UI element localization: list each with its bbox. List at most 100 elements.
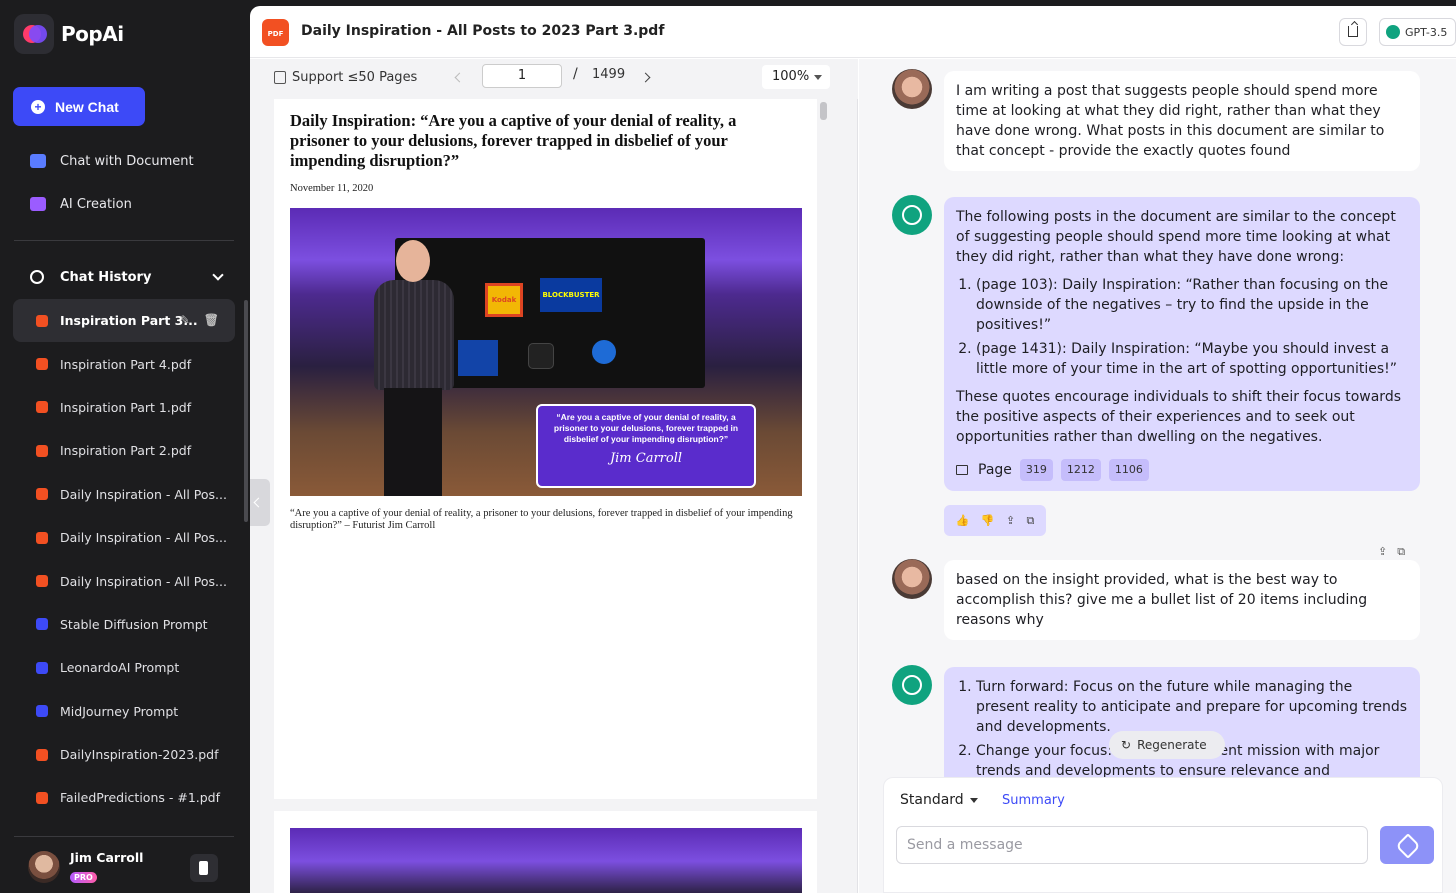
user-name: Jim Carroll [70, 850, 144, 865]
list-item: (page 1431): Daily Inspiration: “Maybe y… [976, 339, 1408, 379]
avatar [28, 851, 60, 883]
mode-label: Standard [900, 792, 964, 808]
model-selector[interactable]: GPT-3.5 [1379, 18, 1456, 46]
history-item[interactable]: LeonardoAI Prompt [13, 646, 235, 689]
history-item[interactable]: Inspiration Part 2.pdf [13, 429, 235, 472]
pro-badge: PRO [70, 872, 97, 883]
share-icon[interactable]: ⇪ [1006, 514, 1015, 527]
page-total: 1499 [592, 67, 626, 82]
send-button[interactable] [1380, 826, 1434, 864]
nav-label: Chat with Document [60, 153, 194, 169]
blockbuster-logo: BLOCKBUSTER [540, 278, 602, 312]
history-item[interactable]: FailedPredictions - #1.pdf [13, 776, 235, 819]
chat-history-toggle[interactable]: Chat History [30, 266, 224, 288]
plus-icon: + [31, 99, 45, 114]
history-item-label: Daily Inspiration - All Pos... [60, 486, 227, 502]
page-chip[interactable]: 1212 [1060, 459, 1101, 481]
pdf-page: Daily Inspiration: “Are you a captive of… [274, 99, 817, 799]
share-button[interactable] [1339, 18, 1367, 46]
regenerate-label: Regenerate [1137, 738, 1207, 752]
brand-name: PopAi [61, 22, 124, 46]
user-message: based on the insight provided, what is t… [944, 560, 1420, 640]
pdf-file-icon: PDF [262, 19, 289, 46]
pdf-dot-icon [36, 444, 48, 457]
thumbs-down-icon[interactable]: 👎 [981, 514, 995, 527]
pdf-dot-icon [36, 314, 48, 327]
chat-dot-icon [36, 661, 48, 674]
edit-icon[interactable]: ✎ [180, 313, 190, 327]
history-item-label: Inspiration Part 3... [60, 313, 198, 329]
pdf-dot-icon [36, 401, 48, 414]
page-references: Page 319 1212 1106 [956, 459, 1408, 481]
history-item-label: MidJourney Prompt [60, 703, 179, 719]
history-item[interactable]: Inspiration Part 4.pdf [13, 342, 235, 385]
history-item[interactable]: Daily Inspiration - All Pos... [13, 559, 235, 602]
page-chip[interactable]: 1106 [1108, 459, 1149, 481]
history-item[interactable]: MidJourney Prompt [13, 690, 235, 733]
list-item: Turn forward: Focus on the future while … [976, 677, 1408, 737]
answer-list: Turn forward: Focus on the future while … [956, 677, 1408, 781]
summary-button[interactable]: Summary [1002, 793, 1065, 808]
popai-logo-icon[interactable] [14, 14, 54, 54]
zoom-select[interactable]: 100% [762, 65, 830, 89]
avatar [892, 69, 932, 109]
chatgpt-icon [892, 195, 932, 235]
sidebar-scrollbar[interactable] [244, 300, 248, 522]
history-item[interactable]: Stable Diffusion Prompt [13, 603, 235, 646]
composer: Standard Summary [883, 777, 1443, 893]
pdf-dot-icon [36, 531, 48, 544]
copy-icon[interactable]: ⧉ [1026, 514, 1034, 528]
message-input[interactable] [896, 826, 1368, 864]
presenter-figure [370, 240, 460, 496]
avatar [892, 559, 932, 599]
caret-down-icon [969, 797, 978, 803]
user-message: I am writing a post that suggests people… [944, 71, 1420, 171]
collapse-sidebar-button[interactable] [250, 479, 270, 526]
trash-icon[interactable]: 🗑 [204, 313, 219, 327]
pdf-dot-icon [36, 358, 48, 371]
pdf-scrollbar[interactable] [820, 102, 827, 120]
chat-dot-icon [36, 705, 48, 718]
pdf-date: November 11, 2020 [290, 183, 374, 194]
regenerate-button[interactable]: ↻ Regenerate [1109, 731, 1225, 759]
history-item[interactable]: Daily Inspiration - All Pos... [13, 473, 235, 516]
nav-label: AI Creation [60, 196, 132, 212]
thumbs-up-icon[interactable]: 👍 [956, 514, 970, 527]
share-icon [1348, 26, 1358, 37]
page-number-input[interactable]: 1 [482, 64, 562, 88]
copy-icon[interactable]: ⧉ [1397, 545, 1405, 559]
answer-list: (page 103): Daily Inspiration: “Rather t… [956, 275, 1408, 379]
history-item[interactable]: Inspiration Part 1.pdf [13, 386, 235, 429]
page-label: Page [978, 462, 1012, 478]
mobile-app-button[interactable] [190, 854, 218, 882]
divider [14, 836, 234, 837]
pdf-toolbar: Support ≤50 Pages 1 / 1499 100% [250, 59, 858, 99]
nav-ai-creation[interactable]: AI Creation [30, 193, 132, 215]
history-item[interactable]: Inspiration Part 3... ✎ 🗑 [13, 299, 235, 343]
pdf-viewer: Support ≤50 Pages 1 / 1499 100% Daily In… [250, 59, 858, 893]
history-item[interactable]: Daily Inspiration - All Pos... [13, 516, 235, 559]
assistant-message: Turn forward: Focus on the future while … [944, 667, 1420, 787]
history-item-label: Daily Inspiration - All Pos... [60, 573, 227, 589]
document-title: Daily Inspiration - All Posts to 2023 Pa… [301, 23, 665, 39]
next-page-button[interactable] [640, 72, 651, 83]
refresh-icon: ↻ [1121, 738, 1132, 752]
nav-chat-with-document[interactable]: Chat with Document [30, 150, 194, 172]
new-chat-button[interactable]: + New Chat [13, 87, 145, 126]
user-profile[interactable]: Jim Carroll PRO [28, 850, 143, 884]
page-chip[interactable]: 319 [1019, 459, 1053, 481]
chat-history-list: Inspiration Part 3... ✎ 🗑 Inspiration Pa… [13, 299, 235, 820]
answer-intro: The following posts in the document are … [956, 209, 1396, 265]
previous-page-button[interactable] [454, 72, 465, 83]
history-icon [30, 270, 44, 284]
pdf-dot-icon [36, 575, 48, 588]
share-icon[interactable]: ⇪ [1378, 545, 1387, 559]
history-item[interactable]: DailyInspiration-2023.pdf [13, 733, 235, 776]
chatgpt-icon [892, 665, 932, 705]
support-label: Support ≤50 Pages [292, 70, 418, 85]
history-item-label: Inspiration Part 2.pdf [60, 443, 192, 459]
pdf-dot-icon [36, 488, 48, 501]
mode-select[interactable]: Standard [900, 792, 978, 808]
page-limit-note: Support ≤50 Pages [274, 70, 417, 85]
chat-panel: I am writing a post that suggests people… [859, 59, 1456, 893]
